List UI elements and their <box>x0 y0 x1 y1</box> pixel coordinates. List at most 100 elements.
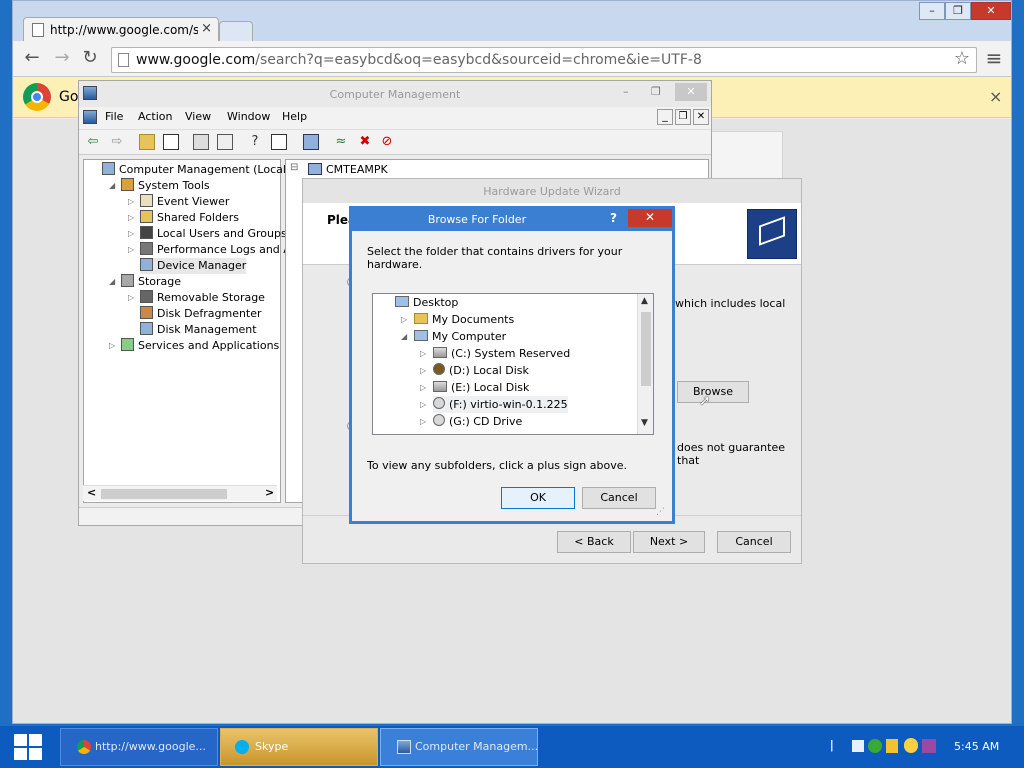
tree-item[interactable]: Storage <box>121 274 181 290</box>
tray-security-icon[interactable] <box>886 739 898 753</box>
folder-tree-expander-icon[interactable]: ▷ <box>420 362 426 379</box>
folder-tree-item[interactable]: My Documents <box>414 311 514 328</box>
menu-window[interactable]: Window <box>227 110 270 123</box>
tree-expander-icon[interactable]: ▷ <box>128 290 134 306</box>
inner-minimize-button[interactable]: _ <box>657 109 673 125</box>
folder-tree-item[interactable]: My Computer <box>414 328 506 345</box>
help-icon[interactable]: ? <box>247 134 263 150</box>
tree-item[interactable]: Local Users and Groups <box>140 226 287 242</box>
window-close-button[interactable]: ✕ <box>971 2 1011 20</box>
tree-expander-icon[interactable]: ◢ <box>109 178 115 194</box>
menu-action[interactable]: Action <box>138 110 172 123</box>
properties-icon[interactable] <box>193 134 209 150</box>
tree-item[interactable]: Disk Management <box>140 322 257 338</box>
tree-item[interactable]: Event Viewer <box>140 194 229 210</box>
menu-file[interactable]: File <box>105 110 123 123</box>
show-hide-tree-icon[interactable] <box>163 134 179 150</box>
cm-title-bar[interactable]: Computer Management – ❐ ✕ <box>79 81 711 107</box>
cancel-button[interactable]: Cancel <box>582 487 656 509</box>
taskbar-item-skype[interactable]: Skype <box>220 728 378 766</box>
chrome-tab-google[interactable]: http://www.google.com/sear × <box>23 17 219 43</box>
console-icon[interactable] <box>271 134 287 150</box>
tree-item[interactable]: System Tools <box>121 178 210 194</box>
tree-item[interactable]: Device Manager <box>140 258 247 274</box>
folder-tree-expander-icon[interactable]: ◢ <box>401 328 407 345</box>
folder-tree-expander-icon[interactable]: ▷ <box>420 379 426 396</box>
tray-shield-icon[interactable] <box>904 738 918 753</box>
tab-close-icon[interactable]: × <box>201 21 212 36</box>
scroll-thumb[interactable] <box>101 489 227 499</box>
tree-expander-icon[interactable]: ▷ <box>128 242 134 258</box>
tree-expander-icon[interactable]: ▷ <box>128 226 134 242</box>
help-button[interactable]: ? <box>610 211 617 225</box>
folder-tree-expander-icon[interactable]: ▷ <box>420 413 426 430</box>
back-arrow-icon[interactable]: ⇦ <box>85 134 101 150</box>
scroll-left-button[interactable]: < <box>87 486 96 499</box>
folder-tree-item[interactable]: Desktop <box>395 294 458 311</box>
folder-tree-item[interactable]: (D:) Local Disk <box>433 362 529 379</box>
scroll-thumb[interactable] <box>641 312 651 386</box>
back-button[interactable]: < Back <box>557 531 631 553</box>
right-tree-expander[interactable]: ⊟ <box>290 162 298 173</box>
folder-tree-expander-icon[interactable]: ▷ <box>420 345 426 362</box>
folder-tree[interactable]: ▲ ▼ Desktop My Documents ▷ My Computer ◢ (C:)… <box>372 293 654 435</box>
scroll-down-button[interactable]: ▼ <box>641 418 648 428</box>
menu-view[interactable]: View <box>185 110 211 123</box>
next-button[interactable]: Next > <box>633 531 705 553</box>
scroll-right-button[interactable]: > <box>265 486 274 499</box>
tree-item[interactable]: Computer Management (Local) <box>102 162 290 178</box>
uninstall-icon[interactable]: ✖ <box>357 134 373 150</box>
tree-item[interactable]: Services and Applications <box>121 338 279 354</box>
inner-close-button[interactable]: ✕ <box>693 109 709 125</box>
window-minimize-button[interactable]: – <box>919 2 945 20</box>
resize-grip-icon[interactable]: ⋰ <box>656 507 665 517</box>
tray-network-icon[interactable] <box>852 740 864 752</box>
show-hidden-icons[interactable]: ǀ <box>830 738 834 752</box>
browse-button[interactable]: Browse <box>677 381 749 403</box>
tree-expander-icon[interactable]: ◢ <box>109 274 115 290</box>
cm-horizontal-scrollbar[interactable]: < > <box>83 485 277 501</box>
right-tree-root[interactable]: CMTEAMPK <box>326 163 388 176</box>
forward-arrow-icon[interactable]: ⇨ <box>109 134 125 150</box>
cancel-button[interactable]: Cancel <box>717 531 791 553</box>
reload-button[interactable]: ↻ <box>79 49 101 69</box>
back-button[interactable]: ← <box>21 49 43 69</box>
ok-button[interactable]: OK <box>501 487 575 509</box>
cm-close-button[interactable]: ✕ <box>675 83 707 101</box>
address-bar[interactable]: www.google.com/search?q=easybcd&oq=easyb… <box>111 47 977 73</box>
tree-item[interactable]: Disk Defragmenter <box>140 306 262 322</box>
taskbar-item-computer-management[interactable]: Computer Managem... <box>380 728 538 766</box>
print-icon[interactable] <box>217 134 233 150</box>
tray-volume-icon[interactable] <box>922 739 936 753</box>
folder-tree-item[interactable]: (F:) virtio-win-0.1.225 <box>433 396 568 413</box>
bookmark-star-icon[interactable]: ☆ <box>954 48 970 69</box>
tree-expander-icon[interactable]: ▷ <box>128 194 134 210</box>
cm-minimize-button[interactable]: – <box>623 85 629 98</box>
disable-device-icon[interactable]: ⊘ <box>379 134 395 150</box>
tray-skype-icon[interactable] <box>868 739 882 753</box>
browse-title-bar[interactable]: Browse For Folder ? ✕ <box>352 209 672 231</box>
folder-tree-vertical-scrollbar[interactable]: ▲ ▼ <box>637 294 653 434</box>
inner-restore-button[interactable]: ❐ <box>675 109 691 125</box>
scroll-up-button[interactable]: ▲ <box>641 296 648 306</box>
folder-tree-item[interactable]: (C:) System Reserved <box>433 345 570 362</box>
forward-button[interactable]: → <box>51 49 73 69</box>
wizard-title-bar[interactable]: Hardware Update Wizard <box>303 179 801 203</box>
menu-help[interactable]: Help <box>282 110 307 123</box>
up-folder-icon[interactable] <box>139 134 155 150</box>
folder-tree-item[interactable]: (G:) CD Drive <box>433 413 522 430</box>
chrome-menu-icon[interactable]: ≡ <box>983 48 1005 69</box>
tree-item[interactable]: Removable Storage <box>140 290 265 306</box>
computer-icon[interactable] <box>303 134 319 150</box>
window-restore-button[interactable]: ❐ <box>945 2 971 20</box>
tree-item[interactable]: Shared Folders <box>140 210 239 226</box>
cm-system-menu-icon[interactable] <box>83 110 97 124</box>
infobar-close-icon[interactable]: × <box>989 87 1002 106</box>
new-tab-button[interactable] <box>219 21 253 41</box>
tree-expander-icon[interactable]: ▷ <box>128 210 134 226</box>
folder-tree-expander-icon[interactable]: ▷ <box>420 396 426 413</box>
folder-tree-expander-icon[interactable]: ▷ <box>401 311 407 328</box>
cm-restore-button[interactable]: ❐ <box>651 85 661 98</box>
scan-hardware-icon[interactable]: ≈ <box>333 134 349 150</box>
tree-expander-icon[interactable]: ▷ <box>109 338 115 354</box>
